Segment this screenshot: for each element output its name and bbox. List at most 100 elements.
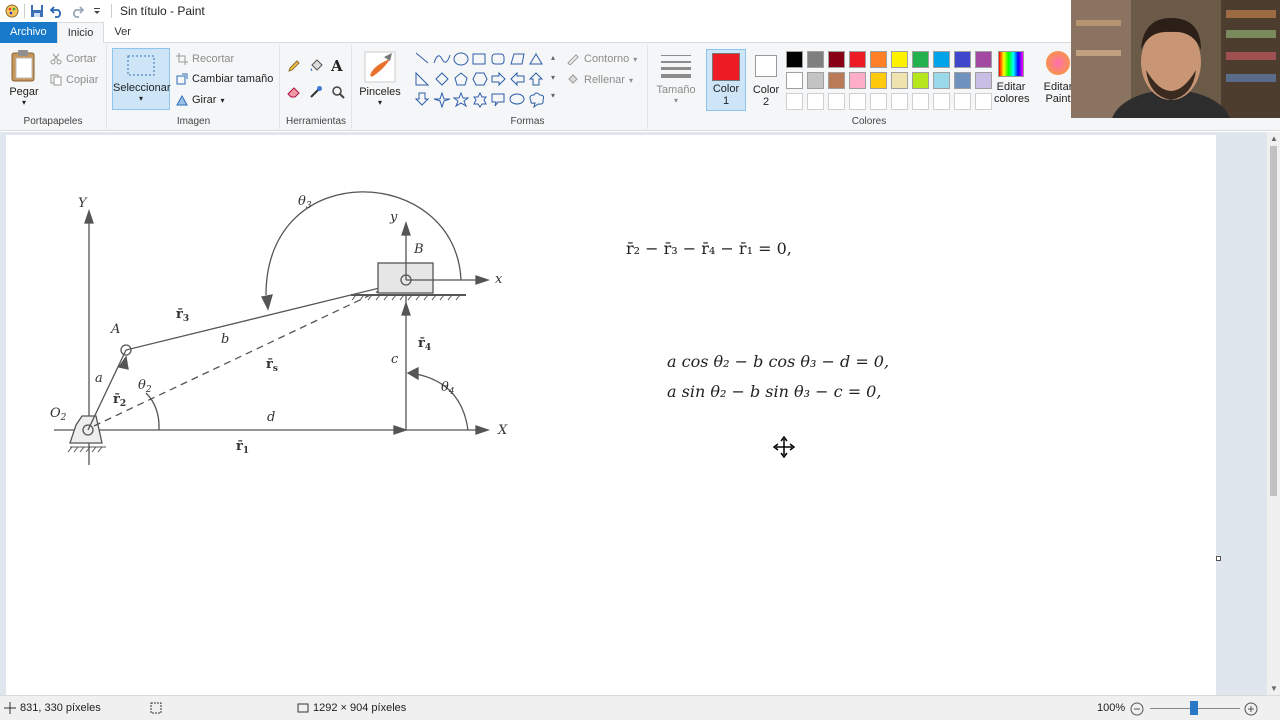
palette-swatch[interactable]: [975, 72, 992, 89]
palette-swatch[interactable]: [933, 72, 950, 89]
outline-dropdown-icon[interactable]: ▾: [633, 55, 637, 64]
palette-swatch[interactable]: [849, 51, 866, 68]
left-arrow-shape-icon[interactable]: [510, 71, 525, 87]
callout-cloud-shape-icon[interactable]: [529, 92, 545, 109]
line-shape-icon[interactable]: [415, 52, 429, 64]
shapes-scroll-up-icon[interactable]: ▴: [551, 53, 555, 62]
palette-swatch[interactable]: [975, 51, 992, 68]
undo-icon[interactable]: [49, 3, 65, 19]
rounded-rect-shape-icon[interactable]: [491, 53, 505, 65]
palette-swatch[interactable]: [786, 72, 803, 89]
select-dropdown-icon[interactable]: ▾: [113, 94, 169, 103]
palette-swatch[interactable]: [891, 93, 908, 110]
select-button[interactable]: Seleccionar ▾: [112, 48, 170, 110]
magnifier-icon[interactable]: [331, 85, 345, 99]
shapes-scroll-down-icon[interactable]: ▾: [551, 73, 555, 82]
size-dropdown-icon[interactable]: ▾: [655, 96, 697, 105]
brushes-button[interactable]: Pinceles ▾: [359, 51, 401, 107]
redo-icon[interactable]: [69, 3, 85, 19]
palette-swatch[interactable]: [912, 72, 929, 89]
size-button[interactable]: Tamaño ▾: [655, 51, 697, 105]
zoom-out-icon[interactable]: [1130, 702, 1144, 716]
label-B: B: [413, 242, 424, 257]
fill-dropdown-icon[interactable]: ▾: [629, 76, 633, 85]
callout-rect-shape-icon[interactable]: [491, 93, 505, 107]
scroll-up-icon[interactable]: ▲: [1270, 134, 1278, 143]
tab-file[interactable]: Archivo: [0, 22, 57, 43]
rotate-dropdown-icon[interactable]: ▾: [220, 96, 224, 105]
palette-swatch[interactable]: [954, 72, 971, 89]
palette-swatch[interactable]: [933, 51, 950, 68]
palette-swatch[interactable]: [870, 93, 887, 110]
paste-button[interactable]: Pegar ▾: [4, 49, 44, 107]
zoom-in-icon[interactable]: [1244, 702, 1258, 716]
palette-swatch[interactable]: [933, 93, 950, 110]
down-arrow-shape-icon[interactable]: [414, 92, 430, 106]
copy-button[interactable]: Copiar: [50, 74, 98, 86]
palette-swatch[interactable]: [870, 72, 887, 89]
palette-swatch[interactable]: [954, 51, 971, 68]
paint-app-icon[interactable]: [4, 3, 20, 19]
diamond-shape-icon[interactable]: [435, 72, 449, 86]
drawing-canvas[interactable]: Y θ3 y B x r̄3 A b r̄s c r̄4 a θ2 r̄2 O2…: [6, 135, 1216, 695]
star4-shape-icon[interactable]: [433, 91, 451, 109]
right-triangle-shape-icon[interactable]: [415, 71, 430, 86]
vertical-scrollbar[interactable]: ▲ ▼: [1266, 132, 1280, 695]
zoom-slider-thumb[interactable]: [1190, 701, 1198, 715]
oval-shape-icon[interactable]: [453, 52, 469, 66]
text-icon[interactable]: A: [331, 57, 343, 75]
palette-swatch[interactable]: [870, 51, 887, 68]
callout-oval-shape-icon[interactable]: [509, 93, 525, 105]
palette-swatch[interactable]: [912, 51, 929, 68]
palette-swatch[interactable]: [849, 93, 866, 110]
tab-home[interactable]: Inicio: [56, 22, 105, 44]
scroll-down-icon[interactable]: ▼: [1270, 684, 1278, 693]
star6-shape-icon[interactable]: [473, 91, 487, 108]
palette-swatch[interactable]: [807, 93, 824, 110]
rotate-button[interactable]: Girar ▾: [176, 94, 224, 106]
palette-swatch[interactable]: [828, 72, 845, 89]
palette-swatch[interactable]: [786, 51, 803, 68]
canvas-resize-handle[interactable]: [1216, 556, 1221, 561]
palette-swatch[interactable]: [891, 72, 908, 89]
brushes-dropdown-icon[interactable]: ▾: [359, 98, 401, 107]
shapes-gallery[interactable]: [414, 51, 564, 111]
polygon-shape-icon[interactable]: [510, 53, 525, 65]
crop-button[interactable]: Recortar: [176, 53, 234, 65]
palette-swatch[interactable]: [828, 93, 845, 110]
paste-dropdown-icon[interactable]: ▾: [4, 98, 44, 107]
color-picker-icon[interactable]: [309, 85, 323, 99]
color2-button[interactable]: Color 2: [748, 49, 784, 111]
up-arrow-shape-icon[interactable]: [528, 72, 544, 86]
palette-swatch[interactable]: [807, 51, 824, 68]
shapes-more-icon[interactable]: ▾: [551, 91, 555, 100]
tab-view[interactable]: Ver: [104, 22, 141, 43]
palette-swatch[interactable]: [975, 93, 992, 110]
palette-swatch[interactable]: [912, 93, 929, 110]
palette-swatch[interactable]: [807, 72, 824, 89]
fill-icon[interactable]: [309, 59, 323, 73]
palette-swatch[interactable]: [954, 93, 971, 110]
outline-button[interactable]: Contorno ▾: [566, 53, 637, 65]
curve-shape-icon[interactable]: [433, 54, 451, 64]
color1-button[interactable]: Color 1: [706, 49, 746, 111]
resize-button[interactable]: Cambiar tamaño: [176, 73, 273, 85]
cut-button[interactable]: Cortar: [50, 53, 97, 65]
edit-colors-button[interactable]: Editar colores: [994, 51, 1029, 105]
eraser-icon[interactable]: [287, 85, 301, 99]
palette-swatch[interactable]: [786, 93, 803, 110]
right-arrow-shape-icon[interactable]: [491, 71, 506, 87]
palette-swatch[interactable]: [828, 51, 845, 68]
rectangle-shape-icon[interactable]: [472, 53, 486, 65]
hexagon-shape-icon[interactable]: [472, 72, 488, 86]
fill-button[interactable]: Rellenar ▾: [566, 74, 633, 86]
triangle-shape-icon[interactable]: [529, 53, 543, 65]
save-icon[interactable]: [29, 3, 45, 19]
palette-swatch[interactable]: [849, 72, 866, 89]
star5-shape-icon[interactable]: [452, 91, 470, 108]
scroll-thumb[interactable]: [1270, 146, 1277, 496]
palette-swatch[interactable]: [891, 51, 908, 68]
pencil-icon[interactable]: [287, 59, 301, 73]
pentagon-shape-icon[interactable]: [454, 72, 468, 86]
customize-qat-icon[interactable]: [89, 3, 105, 19]
